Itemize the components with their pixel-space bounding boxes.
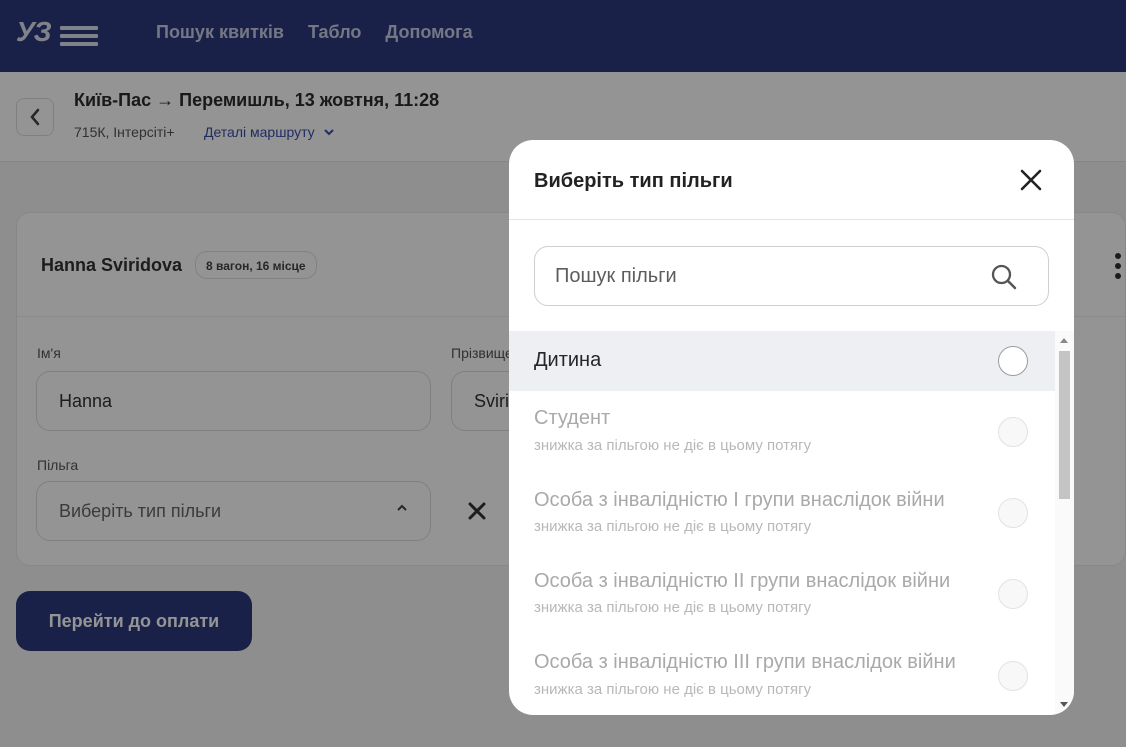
option-note: знижка за пільгою не діє в цьому потягу <box>534 518 812 535</box>
modal-header: Виберіть тип пільги <box>509 140 1074 220</box>
option-note: знижка за пільгою не діє в цьому потягу <box>534 437 812 454</box>
radio-button <box>998 498 1028 528</box>
options-scrollbar[interactable] <box>1055 331 1074 715</box>
modal-title: Виберіть тип пільги <box>534 170 733 192</box>
scroll-down-arrow-icon[interactable] <box>1060 702 1068 707</box>
option-label: Дитина <box>534 349 602 371</box>
benefit-options-list: Дитина Студент знижка за пільгою не діє … <box>509 331 1055 715</box>
radio-button <box>998 417 1028 447</box>
benefit-search <box>534 246 1049 306</box>
benefit-type-modal: Виберіть тип пільги Дитина Студент знижк… <box>509 140 1074 715</box>
scroll-up-arrow-icon[interactable] <box>1060 338 1068 343</box>
radio-button[interactable] <box>998 346 1028 376</box>
radio-button <box>998 579 1028 609</box>
option-label: Особа з інвалідністю II групи внаслідок … <box>534 570 951 592</box>
benefit-option-student: Студент знижка за пільгою не діє в цьому… <box>509 391 1055 473</box>
option-label: Особа з інвалідністю I групи внаслідок в… <box>534 489 945 511</box>
option-note: знижка за пільгою не діє в цьому потягу <box>534 599 812 616</box>
benefit-option-disability-3: Особа з інвалідністю III групи внаслідок… <box>509 635 1055 715</box>
benefit-option-disability-1: Особа з інвалідністю I групи внаслідок в… <box>509 473 1055 554</box>
scrollbar-thumb[interactable] <box>1059 351 1070 499</box>
search-icon[interactable] <box>990 263 1018 291</box>
benefit-option-child[interactable]: Дитина <box>509 331 1055 391</box>
option-label: Особа з інвалідністю III групи внаслідок… <box>534 651 956 673</box>
option-note: знижка за пільгою не діє в цьому потягу <box>534 681 812 698</box>
close-icon[interactable] <box>1017 166 1045 194</box>
radio-button <box>998 661 1028 691</box>
benefit-option-disability-2: Особа з інвалідністю II групи внаслідок … <box>509 554 1055 635</box>
option-label: Студент <box>534 407 611 429</box>
benefit-search-input[interactable] <box>555 247 975 305</box>
